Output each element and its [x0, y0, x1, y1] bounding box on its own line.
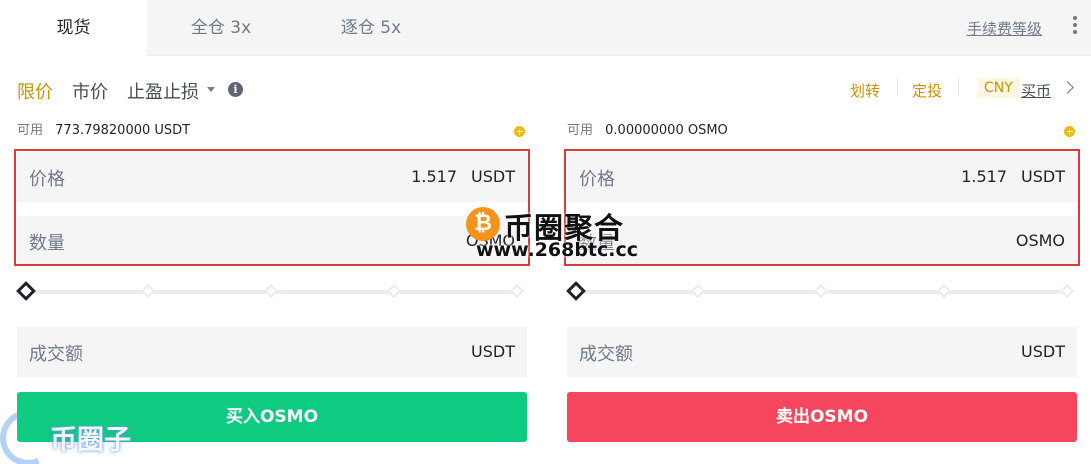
slider-step-50[interactable]: [813, 283, 829, 299]
buy-panel: 可用 773.79820000 USDT 价格 1.517 USDT 数量 OS…: [14, 118, 530, 442]
amount-slider[interactable]: [566, 280, 1077, 302]
total-label: 成交额: [579, 344, 633, 365]
total-unit: USDT: [1021, 342, 1065, 361]
tab-spot[interactable]: 现货: [0, 0, 147, 57]
bitcoin-icon: ₿: [466, 207, 500, 241]
available-label: 可用: [17, 123, 44, 138]
slider-handle[interactable]: [566, 281, 586, 301]
slider-step-100[interactable]: [509, 283, 525, 299]
sell-button[interactable]: 卖出OSMO: [567, 392, 1077, 442]
quantity-input[interactable]: 数量 OSMO: [17, 216, 527, 266]
total-label: 成交额: [29, 344, 83, 365]
buy-coin-link[interactable]: 买币: [1021, 80, 1051, 101]
currency-badge: CNY: [978, 78, 1019, 98]
slider-step-75[interactable]: [386, 283, 402, 299]
watermark-logo: ₿ 币圈聚合 www.268btc.cc: [466, 205, 638, 265]
slider-handle[interactable]: [16, 281, 36, 301]
watermark-url: www.268btc.cc: [476, 239, 639, 261]
quantity-input[interactable]: 数量 OSMO: [567, 216, 1077, 266]
available-balance: 可用 773.79820000 USDT: [17, 118, 527, 144]
order-type-limit[interactable]: 限价: [17, 78, 53, 104]
add-funds-icon[interactable]: [1064, 126, 1075, 137]
info-icon[interactable]: i: [228, 82, 243, 97]
slider-step-50[interactable]: [263, 283, 279, 299]
corner-watermark: 币圈子: [0, 402, 150, 464]
amount-slider[interactable]: [16, 280, 527, 302]
available-label: 可用: [567, 123, 594, 138]
price-input[interactable]: 价格 1.517 USDT: [567, 152, 1077, 202]
available-value: 773.79820000 USDT: [55, 123, 191, 138]
quantity-unit: OSMO: [1015, 231, 1065, 250]
price-value[interactable]: 1.517: [411, 167, 457, 186]
chevron-down-icon[interactable]: [207, 87, 215, 92]
corner-watermark-text: 币圈子: [50, 425, 131, 456]
order-type-market[interactable]: 市价: [72, 78, 108, 104]
chevron-right-icon[interactable]: [1061, 81, 1074, 94]
sell-panel: 可用 0.00000000 OSMO 价格 1.517 USDT 数量 OSMO…: [564, 118, 1080, 442]
slider-step-25[interactable]: [140, 283, 156, 299]
divider: [897, 78, 898, 96]
slider-step-75[interactable]: [936, 283, 952, 299]
price-unit: USDT: [471, 167, 515, 186]
tab-isolated-margin[interactable]: 逐仓 5x: [295, 0, 447, 56]
divider: [958, 78, 959, 96]
available-value: 0.00000000 OSMO: [605, 123, 728, 138]
total-input[interactable]: 成交额 USDT: [17, 327, 527, 377]
more-options-icon[interactable]: [1071, 16, 1079, 38]
transfer-link[interactable]: 划转: [850, 80, 880, 101]
price-label: 价格: [29, 169, 65, 190]
fee-level-link[interactable]: 手续费等级: [967, 18, 1042, 39]
total-unit: USDT: [471, 342, 515, 361]
price-input[interactable]: 价格 1.517 USDT: [17, 152, 527, 202]
tab-cross-margin[interactable]: 全仓 3x: [147, 0, 295, 56]
order-type-stop-limit[interactable]: 止盈止损: [127, 78, 199, 104]
available-balance: 可用 0.00000000 OSMO: [567, 118, 1077, 144]
price-label: 价格: [579, 169, 615, 190]
quantity-label: 数量: [29, 233, 65, 254]
price-value[interactable]: 1.517: [961, 167, 1007, 186]
total-input[interactable]: 成交额 USDT: [567, 327, 1077, 377]
trade-mode-tabs: 现货 全仓 3x 逐仓 5x 手续费等级: [0, 0, 1091, 57]
add-funds-icon[interactable]: [514, 126, 525, 137]
dca-link[interactable]: 定投: [912, 80, 942, 101]
slider-step-100[interactable]: [1059, 283, 1075, 299]
slider-step-25[interactable]: [690, 283, 706, 299]
price-unit: USDT: [1021, 167, 1065, 186]
